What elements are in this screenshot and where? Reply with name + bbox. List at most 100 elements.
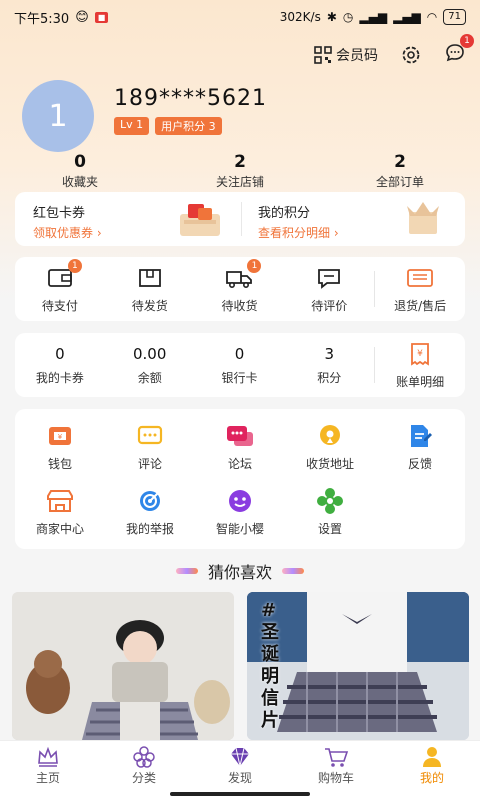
service-my-reports[interactable]: 我的举报 xyxy=(105,488,195,537)
battery-icon: 71 xyxy=(443,9,466,25)
wallet-points[interactable]: 3 积分 xyxy=(284,345,374,386)
tab-mine[interactable]: 我的 xyxy=(384,741,480,800)
coupon-entry[interactable]: 红包卡券 领取优惠券 › xyxy=(15,192,240,246)
stat-label: 收藏夹 xyxy=(61,175,98,189)
orders-card: 1 待支付 待发货 1 待收货 待评价 退货/售后 xyxy=(15,257,465,321)
wallet-bank-cards[interactable]: 0 银行卡 xyxy=(195,345,285,386)
location-icon xyxy=(320,425,340,445)
wallet-label: 积分 xyxy=(317,370,342,385)
svg-text:¥: ¥ xyxy=(417,349,423,359)
order-label: 待支付 xyxy=(41,298,78,313)
person-icon xyxy=(423,747,441,767)
wallet-card: 0 我的卡券 0.00 余额 0 银行卡 3 积分 ¥ 账单明细 xyxy=(15,333,465,397)
comment-icon xyxy=(137,425,163,445)
flower-icon xyxy=(133,746,155,768)
points-entry[interactable]: 我的积分 查看积分明细 › xyxy=(240,192,465,246)
swoosh-left-icon xyxy=(175,568,198,574)
tab-label: 主页 xyxy=(35,771,60,785)
tab-label: 购物车 xyxy=(317,771,354,785)
service-label: 收货地址 xyxy=(305,457,354,471)
wallet-balance[interactable]: 0.00 余额 xyxy=(105,345,195,386)
order-label: 待发货 xyxy=(131,298,168,313)
service-comments[interactable]: 评论 xyxy=(105,423,195,472)
wallet-bill-details[interactable]: ¥ 账单明细 xyxy=(375,341,465,390)
order-pending-pay[interactable]: 1 待支付 xyxy=(15,258,105,314)
service-label: 设置 xyxy=(317,522,342,536)
service-label: 论坛 xyxy=(227,457,252,471)
service-label: 智能小樱 xyxy=(215,522,264,536)
signal2-icon: ▂▄▆ xyxy=(393,10,421,24)
settings-gear-icon[interactable] xyxy=(400,44,422,66)
order-pending-receive[interactable]: 1 待收货 xyxy=(195,258,285,314)
wallet-icon: ¥ xyxy=(49,427,71,445)
signal-icon: ▂▄▆ xyxy=(359,10,388,24)
user-stats: 0 收藏夹 2 关注店铺 2 全部订单 xyxy=(0,152,480,190)
service-feedback[interactable]: 反馈 xyxy=(375,423,465,472)
product-2-caption: #圣诞明信片 xyxy=(261,600,279,731)
order-label: 退货/售后 xyxy=(394,298,447,313)
comment-icon xyxy=(318,268,341,289)
avatar[interactable]: 1 xyxy=(22,80,94,152)
notification-icon: ■ xyxy=(94,11,109,23)
wallet-label: 我的卡券 xyxy=(35,370,84,385)
product-card-1[interactable] xyxy=(12,592,234,740)
message-button[interactable]: 1 xyxy=(444,34,474,68)
swoosh-right-icon xyxy=(282,568,304,574)
stat-all-orders[interactable]: 2 全部订单 xyxy=(320,152,480,190)
wallet-value: 3 xyxy=(324,344,335,363)
pending-receive-badge: 1 xyxy=(247,258,262,273)
forum-icon xyxy=(227,426,253,446)
svg-text:¥: ¥ xyxy=(58,433,63,441)
member-code-button[interactable]: 会员码 xyxy=(314,45,378,65)
order-pending-review[interactable]: 待评价 xyxy=(284,265,374,314)
product-card-2[interactable]: #圣诞明信片 xyxy=(247,592,469,740)
message-count-badge: 1 xyxy=(460,34,474,48)
promo-card: 红包卡券 领取优惠券 › 我的积分 查看积分明细 › xyxy=(15,192,465,246)
wallet-coupons[interactable]: 0 我的卡券 xyxy=(15,345,105,386)
services-card: ¥ 钱包 评论 论坛 收货地址 反馈 商家中心 我的举报 智能小樱 设置 xyxy=(15,409,465,549)
report-icon xyxy=(140,491,160,511)
tab-label: 我的 xyxy=(419,771,444,785)
stat-label: 关注店铺 xyxy=(215,175,264,189)
store-icon xyxy=(47,490,73,512)
alarm-icon: ◷ xyxy=(342,10,354,24)
home-indicator[interactable] xyxy=(170,792,310,796)
tab-home[interactable]: 主页 xyxy=(0,741,96,800)
bottom-tab-bar: 主页 分类 发现 购物车 我的 xyxy=(0,740,480,800)
tab-label: 分类 xyxy=(131,771,156,785)
service-settings[interactable]: 设置 xyxy=(285,488,375,537)
return-icon xyxy=(407,268,433,287)
status-bar: 下午5:30 😊 ■ 302K/s ✱ ◷ ▂▄▆ ▂▄▆ ◠ 71 xyxy=(0,0,480,34)
qr-icon xyxy=(314,46,332,64)
service-label: 我的举报 xyxy=(125,522,174,536)
user-phone: 189****5621 xyxy=(114,86,267,111)
wallet-value: 0 xyxy=(55,344,65,363)
stat-favorites[interactable]: 0 收藏夹 xyxy=(0,152,160,190)
crown-icon xyxy=(38,746,58,767)
service-wallet[interactable]: ¥ 钱包 xyxy=(15,423,105,472)
diamond-icon xyxy=(231,747,249,767)
feedback-icon xyxy=(411,425,432,447)
box-icon xyxy=(138,268,161,287)
service-merchant-center[interactable]: 商家中心 xyxy=(15,488,105,537)
product-image-1 xyxy=(12,592,234,740)
member-code-label: 会员码 xyxy=(336,48,378,64)
order-returns[interactable]: 退货/售后 xyxy=(375,265,465,314)
points-tag[interactable]: 用户积分 3 xyxy=(155,117,222,135)
service-smart-assistant[interactable]: 智能小樱 xyxy=(195,488,285,537)
order-label: 待收货 xyxy=(221,298,258,313)
crown-box-icon xyxy=(407,202,439,234)
service-forum[interactable]: 论坛 xyxy=(195,423,285,472)
tab-label: 发现 xyxy=(227,771,252,785)
order-pending-ship[interactable]: 待发货 xyxy=(105,265,195,314)
service-label: 反馈 xyxy=(407,457,432,471)
stat-value: 2 xyxy=(234,152,246,172)
level-tag[interactable]: Lv 1 xyxy=(114,117,150,135)
guess-title: 猜你喜欢 xyxy=(207,563,272,582)
wallet-label: 银行卡 xyxy=(221,370,258,385)
cart-icon xyxy=(325,748,349,767)
wallet-value: 0 xyxy=(234,344,245,363)
service-address[interactable]: 收货地址 xyxy=(285,423,375,472)
stat-value: 0 xyxy=(74,152,86,172)
stat-followed-shops[interactable]: 2 关注店铺 xyxy=(160,152,320,190)
